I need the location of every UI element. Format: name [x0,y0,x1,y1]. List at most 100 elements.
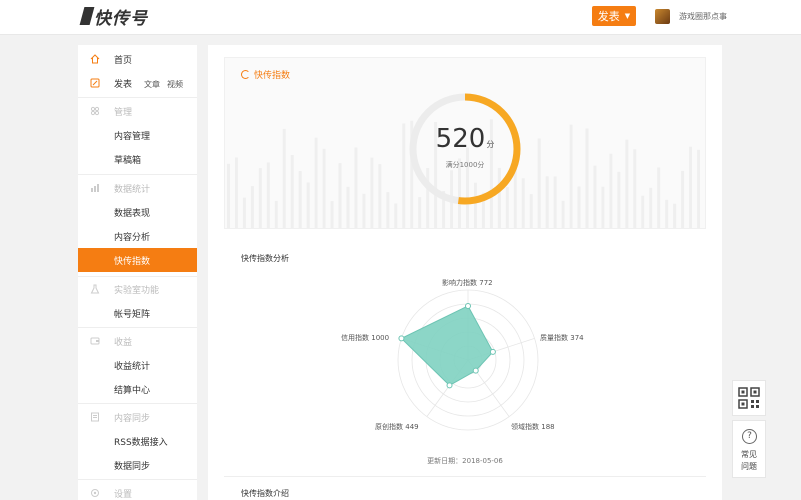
sidebar-item-rss-import[interactable]: RSS数据接入 [78,429,197,453]
gear-icon [91,489,99,497]
sidebar-item-publish[interactable]: 发表 文章 视频 [78,71,197,95]
radar-label-original: 原创指数 449 [375,423,419,431]
background-bar [617,171,621,228]
background-bar [569,124,573,228]
score-unit: 分 [486,140,495,149]
publish-sub-links: 文章 视频 [144,79,190,90]
background-bar [529,194,533,228]
background-bar [306,182,310,228]
radar-point [398,335,405,342]
background-bar [226,163,230,228]
background-bar [402,123,406,228]
logo-text: 快传号 [94,8,148,29]
background-bar [242,197,246,228]
background-bar [330,201,334,228]
sidebar-item-label: 结算中心 [114,386,151,396]
score-gauge: 520分 满分1000分 [407,91,523,207]
sync-icon [91,412,99,422]
qr-code-button[interactable] [732,380,766,416]
logo-mark-icon [79,7,95,25]
panel-title-text: 快传指数 [254,71,291,81]
sidebar-item-account-matrix[interactable]: 帐号矩阵 [78,301,197,325]
sidebar-group-label: 实验室功能 [114,286,160,296]
background-bar [370,157,374,228]
sidebar-group-label: 内容同步 [114,414,151,424]
chevron-down-icon: ▼ [624,12,631,20]
sidebar-group-manage: 管理 [78,99,197,123]
background-bar [322,148,326,228]
score-number: 520 [435,124,486,154]
background-bar [673,203,677,228]
faq-label: 常见 问题 [741,450,757,471]
radar-label-quality: 质量指数 374 [540,334,584,342]
background-bar [266,162,270,228]
background-bar [314,137,318,228]
sidebar-group-label: 管理 [114,108,133,118]
radar-label-credit: 信用指数 1000 [341,334,390,342]
background-bar [378,164,382,228]
sidebar-item-income-stats[interactable]: 收益统计 [78,353,197,377]
wallet-icon [90,337,100,345]
sidebar-item-drafts[interactable]: 草稿箱 [78,147,197,171]
sidebar-item-label: 快传指数 [114,257,151,267]
sidebar-item-label: 收益统计 [114,362,151,372]
radar-svg [397,289,539,431]
publish-video-link[interactable]: 视频 [167,80,183,89]
radar-point [446,382,453,389]
score-value: 520分 [407,124,523,154]
sidebar-item-label: 草稿箱 [114,156,142,166]
sidebar-item-content-analysis[interactable]: 内容分析 [78,224,197,248]
background-bar [657,167,661,228]
avatar[interactable] [655,9,670,24]
faq-button[interactable]: ? 常见 问题 [732,420,766,478]
background-bar [665,199,669,228]
sidebar-item-label: 内容管理 [114,132,151,142]
app-logo[interactable]: 快传号 [79,5,148,29]
publish-button[interactable]: 发表 ▼ [592,6,636,26]
background-bar [346,186,350,228]
background-bar [641,195,645,228]
username[interactable]: 游戏圈那点事 [679,11,727,22]
main-divider [224,476,706,477]
background-bar [697,149,701,228]
sidebar-item-data-performance[interactable]: 数据表现 [78,200,197,224]
sidebar-item-label: 数据表现 [114,209,151,219]
grid-icon [90,106,100,116]
edit-icon [90,78,100,88]
sidebar-group-label: 收益 [114,338,133,348]
background-bar [689,146,693,228]
update-date: 更新日期：2018-05-06 [427,457,503,465]
sidebar-divider [78,403,197,404]
home-icon [90,54,100,64]
background-bar [625,139,629,228]
publish-article-link[interactable]: 文章 [144,80,160,89]
radar-label-domain: 领域指数 188 [511,423,555,431]
sidebar-group-lab: 实验室功能 [78,277,197,301]
background-bar [593,165,597,228]
background-bar [609,153,613,228]
background-bar [561,200,565,228]
sidebar-item-label: 内容分析 [114,233,151,243]
sidebar-item-content-manage[interactable]: 内容管理 [78,123,197,147]
sidebar-item-label: 数据同步 [114,462,151,472]
sidebar-group-income: 收益 [78,329,197,353]
radar-chart: 影响力指数 772 质量指数 374 领域指数 188 原创指数 449 信用指… [341,275,584,475]
background-bar [258,168,262,228]
sidebar-item-settlement[interactable]: 结算中心 [78,377,197,401]
background-bar [274,200,278,228]
background-bar [298,171,302,228]
sidebar-item-data-sync[interactable]: 数据同步 [78,453,197,477]
analysis-section-title: 快传指数分析 [241,254,289,263]
background-bar [362,193,366,228]
background-bar [577,186,581,228]
sidebar-divider [78,174,197,175]
panel-title: 快传指数 [241,68,290,81]
sidebar-item-kuaichuan-index[interactable]: 快传指数 [78,248,197,272]
sidebar-group-settings[interactable]: 设置 [78,481,197,500]
sidebar-group-label: 设置 [114,490,133,500]
background-bar [601,186,605,228]
radar-point [489,348,496,355]
refresh-icon [241,70,250,79]
background-bar [537,138,541,228]
sidebar-item-home[interactable]: 首页 [78,47,197,71]
